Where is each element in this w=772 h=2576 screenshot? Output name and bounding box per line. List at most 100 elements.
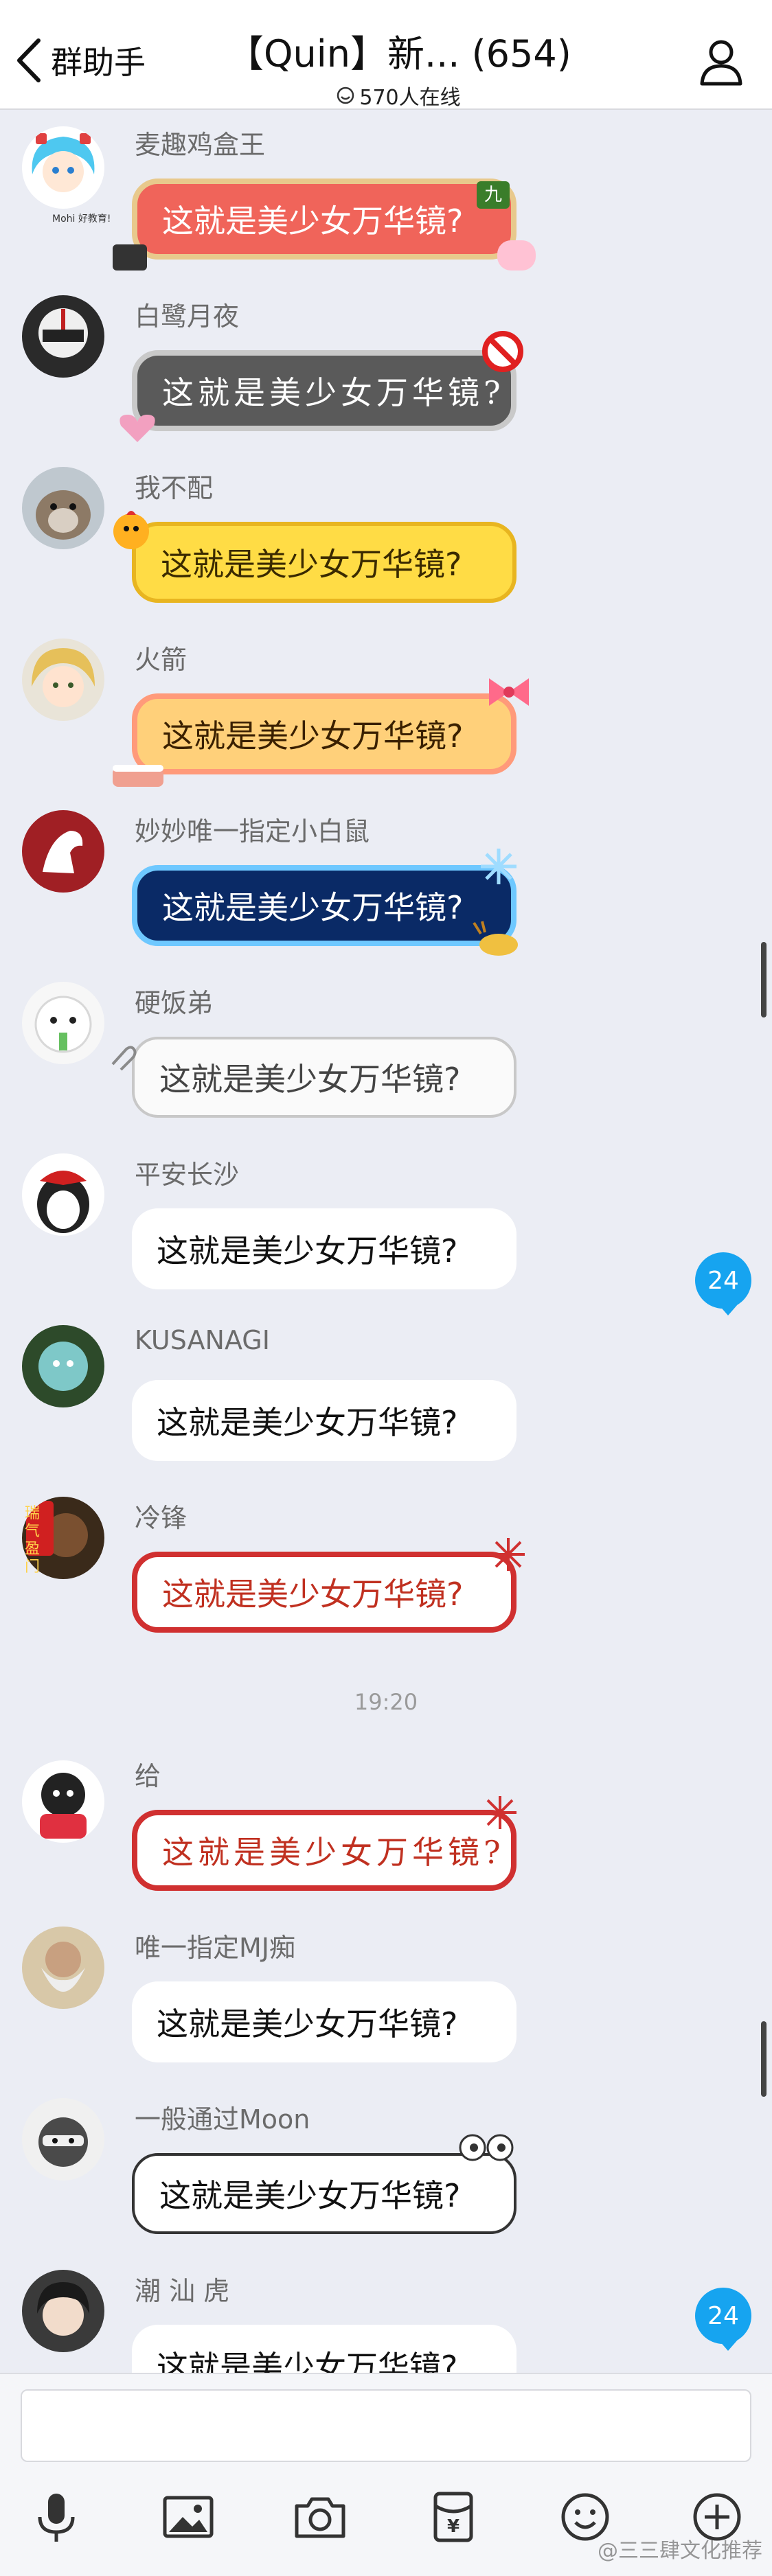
paperclip-sticker-icon [111, 1046, 137, 1071]
unread-badge[interactable]: 24 [695, 2288, 751, 2351]
avatar[interactable] [22, 810, 104, 893]
avatar[interactable] [22, 126, 104, 209]
avatar[interactable] [22, 2270, 104, 2352]
message-list[interactable]: 麦趣鸡盒王 这就是美少女万华镜? 九 Mohi 好教育! 白鹭月夜 这就是美少女… [0, 111, 772, 2377]
avatar[interactable] [22, 639, 104, 721]
message-text: 这就是美少女万华镜? [161, 546, 462, 583]
sender-name: 冷锋 [135, 1503, 188, 1533]
scrollbar[interactable] [761, 942, 767, 1017]
dark-hair-girl-avatar-icon [22, 2270, 104, 2352]
message-text: 这就是美少女万华镜? [162, 374, 505, 411]
anime-girl-avatar-icon [22, 126, 104, 209]
lucky-cat-avatar-icon [22, 1760, 104, 1843]
chevron-left-icon [17, 38, 41, 82]
message-bubble[interactable]: 这就是美少女万华镜? [132, 1810, 516, 1891]
message-text: 这就是美少女万华镜? [162, 203, 464, 240]
online-status: 570人在线 [227, 80, 570, 111]
chat-header: 群助手 【Quin】新... (654) 570人在线 [0, 0, 772, 110]
avatar[interactable] [22, 467, 104, 549]
message-text: 这就是美少女万华镜? [162, 1576, 464, 1613]
reindeer-sticker-icon [473, 921, 518, 956]
message-text: 这就是美少女万华镜? [159, 2177, 461, 2214]
message-input[interactable] [21, 2389, 751, 2462]
mic-icon [38, 2494, 75, 2542]
message-bubble[interactable]: 这就是美少女万华镜? [132, 2325, 516, 2377]
sender-name: 唯一指定MJ痴 [135, 1933, 295, 1963]
scrollbar[interactable] [761, 2021, 767, 2097]
avatar[interactable] [22, 2098, 104, 2181]
image-icon [163, 2496, 214, 2538]
title-area[interactable]: 【Quin】新... (654) 570人在线 [227, 23, 571, 111]
camera-button[interactable] [293, 2489, 348, 2544]
avatar[interactable] [22, 1325, 104, 1407]
chick-sticker-icon [113, 511, 149, 549]
avatar[interactable] [22, 1760, 104, 1843]
sender-name: 一般通过Moon [135, 2104, 310, 2135]
dumpling-avatar-icon [22, 982, 104, 1064]
message-text: 这就是美少女万华镜? [162, 717, 464, 755]
avatar[interactable] [22, 1927, 104, 2009]
back-button[interactable]: 群助手 [14, 33, 146, 88]
firework-sticker-icon [492, 1538, 525, 1571]
red-packet-icon: ¥ [433, 2492, 473, 2542]
avatar[interactable] [22, 295, 104, 378]
back-label: 群助手 [51, 44, 146, 81]
sender-name: 给 [135, 1761, 161, 1791]
sender-name: 火箭 [135, 645, 188, 675]
message-text: 这就是美少女万华镜? [157, 2005, 458, 2043]
sender-name: 平安长沙 [135, 1160, 240, 1190]
voice-button[interactable] [29, 2489, 84, 2544]
message-text: 这就是美少女万华镜? [157, 1404, 458, 1441]
message-bubble[interactable]: 这就是美少女万华镜? [132, 1208, 516, 1289]
message-bubble[interactable]: 这就是美少女万华镜? [132, 350, 516, 431]
prohibited-sticker-icon [482, 331, 523, 372]
sender-name: 硬饭弟 [135, 988, 214, 1018]
message-bubble[interactable]: 这就是美少女万华镜? [132, 2153, 516, 2234]
input-area: ¥ @三三肆文化推荐 [0, 2373, 772, 2576]
message-text: 这就是美少女万华镜? [162, 1834, 505, 1871]
message-bubble[interactable]: 这就是美少女万华镜? [132, 693, 516, 774]
message-bubble[interactable]: 这就是美少女万华镜? [132, 179, 516, 260]
anime-boy-avatar-icon [22, 639, 104, 721]
bearded-man-avatar-icon [22, 1927, 104, 2009]
sender-name: 我不配 [135, 473, 214, 503]
message-bubble[interactable]: 这就是美少女万华镜? [132, 522, 516, 603]
eyes-sticker-icon [459, 2134, 514, 2161]
message-text: 这就是美少女万华镜? [162, 889, 464, 926]
avatar[interactable] [22, 982, 104, 1064]
sender-name: 白鹭月夜 [135, 301, 240, 332]
camera-sticker-icon [113, 244, 147, 271]
penguin-avatar-icon [22, 1153, 104, 1236]
firework-sticker-icon [484, 1796, 516, 1829]
avatar-caption: Mohi 好教育! [52, 214, 111, 225]
message-text: 这就是美少女万华镜? [157, 2349, 458, 2377]
group-profile-icon[interactable] [694, 34, 749, 89]
red-packet-button[interactable]: ¥ [426, 2489, 481, 2544]
online-count: 570人在线 [359, 86, 461, 110]
online-icon [337, 87, 354, 104]
bow-sticker-icon [489, 678, 529, 706]
message-bubble[interactable]: 这就是美少女万华镜? [132, 1552, 516, 1633]
cake-sticker-icon [497, 240, 536, 271]
message-bubble[interactable]: 这就是美少女万华镜? [132, 1037, 516, 1118]
sender-name: 妙妙唯一指定小白鼠 [135, 816, 370, 847]
image-button[interactable] [161, 2489, 216, 2544]
horse-avatar-icon [22, 810, 104, 893]
doll-avatar-icon [22, 1325, 104, 1407]
message-bubble[interactable]: 这就是美少女万华镜? [132, 1380, 516, 1461]
avatar[interactable] [22, 1153, 104, 1236]
message-bubble[interactable]: 这就是美少女万华镜? [132, 1981, 516, 2062]
snowflake-sticker-icon [481, 849, 516, 884]
cake-sticker-icon [113, 765, 163, 787]
message-text: 这就是美少女万华镜? [157, 1232, 458, 1269]
helmet-avatar-icon [22, 295, 104, 378]
message-text: 这就是美少女万华镜? [159, 1061, 461, 1098]
heart-sticker-icon [120, 415, 155, 442]
message-bubble[interactable]: 这就是美少女万华镜? [132, 865, 516, 946]
unread-badge[interactable]: 24 [695, 1252, 751, 1315]
group-title: 【Quin】新... (654) [227, 32, 571, 76]
time-divider: 19:20 [354, 1689, 418, 1715]
watermark: @三三肆文化推荐 [598, 2539, 762, 2563]
yuan-symbol: ¥ [447, 2516, 459, 2537]
ninja-cat-avatar-icon [22, 2098, 104, 2181]
